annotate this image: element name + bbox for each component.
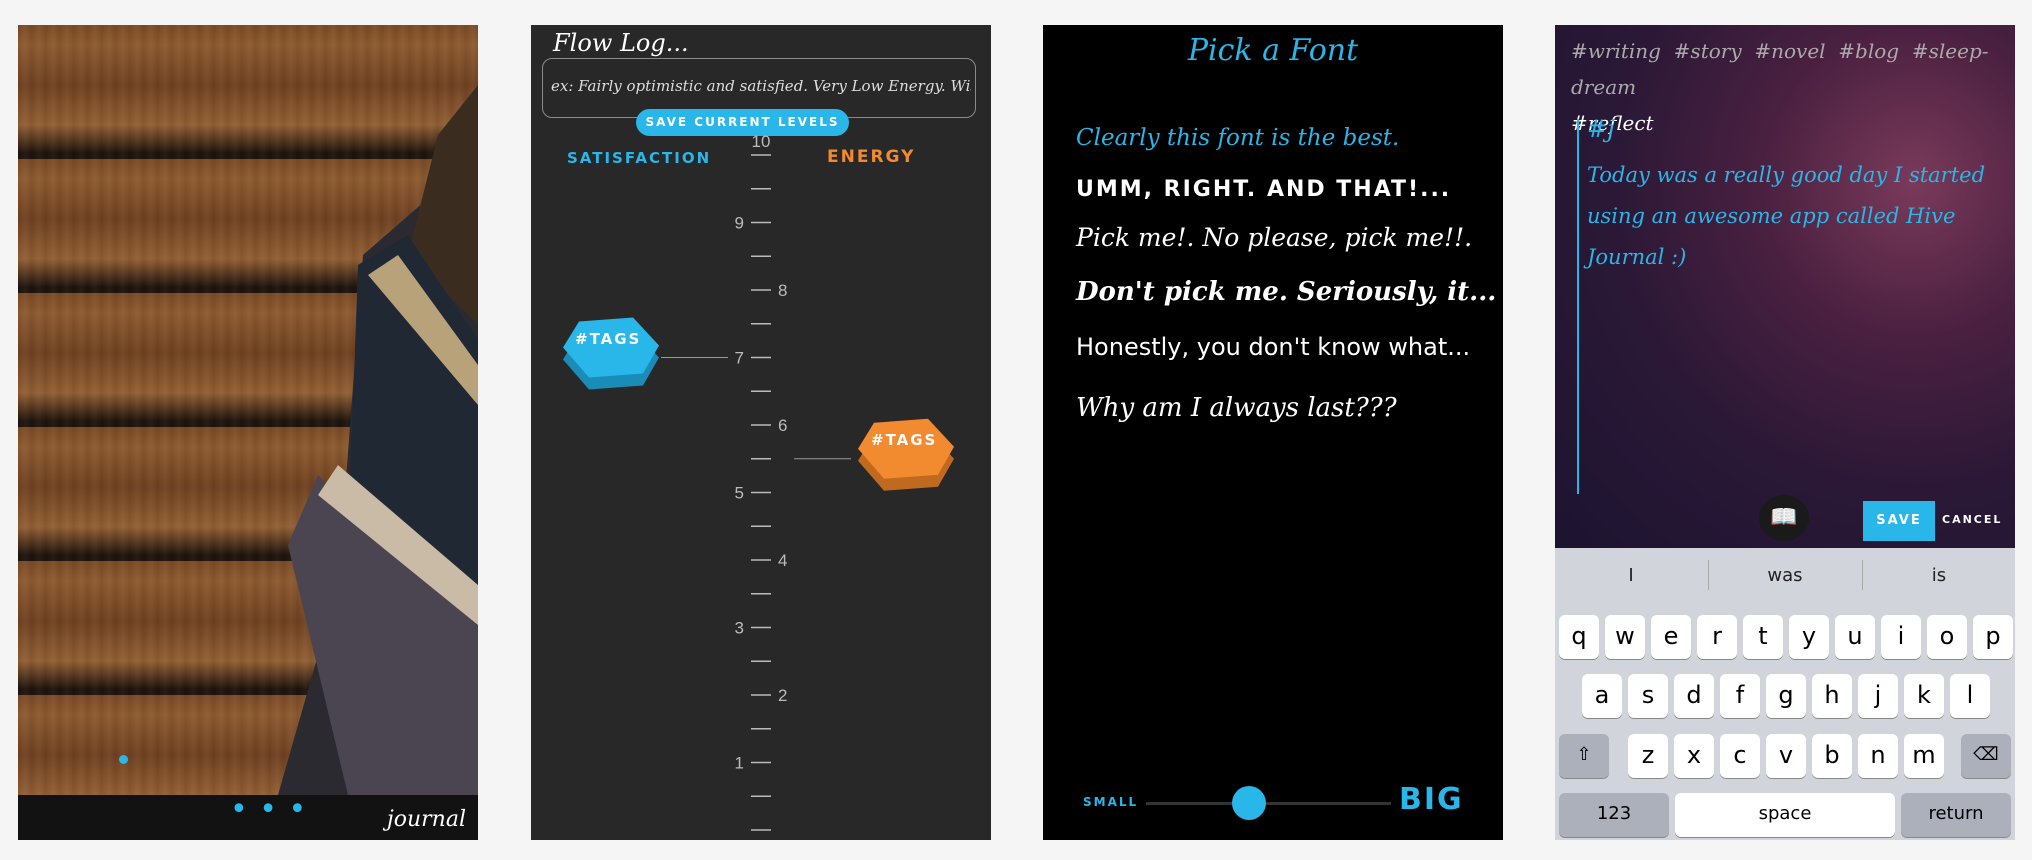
scale-label: 7 bbox=[735, 349, 744, 368]
key-n[interactable]: n bbox=[1858, 734, 1898, 778]
key-d[interactable]: d bbox=[1674, 674, 1714, 718]
font-size-slider-knob[interactable] bbox=[1231, 786, 1266, 820]
satisfaction-hexagon-handle[interactable] bbox=[563, 317, 659, 390]
key-e[interactable]: e bbox=[1651, 615, 1691, 659]
delete-key-icon[interactable]: ⌫ bbox=[1961, 734, 2011, 778]
tag-writing[interactable]: #writing bbox=[1571, 39, 1661, 63]
key-a[interactable]: a bbox=[1582, 674, 1622, 718]
journal-entry-text[interactable]: Today was a really good day I started us… bbox=[1587, 155, 2007, 278]
key-p[interactable]: p bbox=[1973, 615, 2013, 659]
space-key[interactable]: space bbox=[1675, 793, 1895, 837]
pick-font-screen: Pick a Font Clearly this font is the bes… bbox=[1043, 25, 1503, 840]
font-option-2[interactable]: UMM, RIGHT. AND THAT!... bbox=[1076, 177, 1451, 202]
flow-log-screen: Flow Log... ex: Fairly optimistic and sa… bbox=[531, 25, 991, 840]
scale-label: 3 bbox=[735, 619, 744, 638]
shift-key-icon[interactable]: ⇧ bbox=[1559, 734, 1609, 778]
key-t[interactable]: t bbox=[1743, 615, 1783, 659]
scale-label: 5 bbox=[735, 484, 744, 503]
size-small-label: SMALL bbox=[1083, 795, 1139, 809]
numbers-key[interactable]: 123 bbox=[1559, 793, 1669, 837]
size-big-label: BIG bbox=[1399, 782, 1464, 817]
key-u[interactable]: u bbox=[1835, 615, 1875, 659]
tag-novel[interactable]: #novel bbox=[1754, 39, 1825, 63]
tag-list: #writing #story #novel #blog #sleep-drea… bbox=[1571, 33, 2011, 141]
tag-blog[interactable]: #blog bbox=[1838, 39, 1899, 63]
font-option-5[interactable]: Honestly, you don't know what... bbox=[1076, 333, 1470, 361]
tag-story[interactable]: #story bbox=[1674, 39, 1742, 63]
journal-home-screen: • • • journal bbox=[18, 25, 478, 840]
on-screen-keyboard: I was is q w e r t y u i o p a s d f g h j k l ⇧ z x c v b n m ⌫ 123… bbox=[1555, 548, 2015, 840]
tag-input[interactable]: #j bbox=[1587, 115, 1615, 143]
key-m[interactable]: m bbox=[1904, 734, 1944, 778]
key-l[interactable]: l bbox=[1950, 674, 1990, 718]
journal-entry-screen: #writing #story #novel #blog #sleep-drea… bbox=[1555, 25, 2015, 840]
scale-label: 10 bbox=[752, 132, 771, 151]
font-option-6[interactable]: Why am I always last??? bbox=[1076, 393, 1397, 423]
text-cursor-line bbox=[1577, 119, 1579, 494]
suggestion-1[interactable]: I bbox=[1555, 548, 1707, 604]
key-r[interactable]: r bbox=[1697, 615, 1737, 659]
key-g[interactable]: g bbox=[1766, 674, 1806, 718]
suggestion-2[interactable]: was bbox=[1709, 548, 1861, 604]
scale-label: 2 bbox=[778, 686, 787, 705]
menu-dots-icon[interactable]: • • • bbox=[230, 795, 307, 825]
cancel-button[interactable]: CANCEL bbox=[1942, 513, 2002, 526]
page-title: Pick a Font bbox=[1187, 33, 1359, 68]
key-w[interactable]: w bbox=[1605, 615, 1645, 659]
key-c[interactable]: c bbox=[1720, 734, 1760, 778]
energy-tag-label: #TAGS bbox=[871, 430, 938, 449]
font-option-3[interactable]: Pick me!. No please, pick me!!. bbox=[1076, 223, 1472, 252]
book-icon[interactable]: 📖 bbox=[1759, 495, 1809, 541]
scale-label: 8 bbox=[778, 281, 787, 300]
key-z[interactable]: z bbox=[1628, 734, 1668, 778]
key-y[interactable]: y bbox=[1789, 615, 1829, 659]
journal-button[interactable]: journal bbox=[387, 807, 466, 832]
old-books-image bbox=[278, 85, 478, 795]
scale-label: 1 bbox=[735, 754, 744, 773]
scale-label: 9 bbox=[735, 214, 744, 233]
energy-hexagon-handle[interactable] bbox=[858, 418, 954, 491]
return-key[interactable]: return bbox=[1901, 793, 2011, 837]
key-v[interactable]: v bbox=[1766, 734, 1806, 778]
scale-label: 6 bbox=[778, 416, 787, 435]
key-k[interactable]: k bbox=[1904, 674, 1944, 718]
key-f[interactable]: f bbox=[1720, 674, 1760, 718]
font-option-4[interactable]: Don't pick me. Seriously, it... bbox=[1076, 277, 1496, 307]
key-b[interactable]: b bbox=[1812, 734, 1852, 778]
font-size-slider-track[interactable] bbox=[1146, 802, 1391, 805]
key-q[interactable]: q bbox=[1559, 615, 1599, 659]
font-option-1[interactable]: Clearly this font is the best. bbox=[1076, 125, 1399, 151]
key-h[interactable]: h bbox=[1812, 674, 1852, 718]
key-o[interactable]: o bbox=[1927, 615, 1967, 659]
key-s[interactable]: s bbox=[1628, 674, 1668, 718]
key-x[interactable]: x bbox=[1674, 734, 1714, 778]
satisfaction-tag-label: #TAGS bbox=[575, 329, 642, 348]
page-indicator-dot bbox=[119, 755, 128, 764]
scale-label: 4 bbox=[778, 551, 787, 570]
suggestion-3[interactable]: is bbox=[1863, 548, 2015, 604]
key-i[interactable]: i bbox=[1881, 615, 1921, 659]
save-button[interactable]: SAVE bbox=[1863, 501, 1935, 541]
key-j[interactable]: j bbox=[1858, 674, 1898, 718]
